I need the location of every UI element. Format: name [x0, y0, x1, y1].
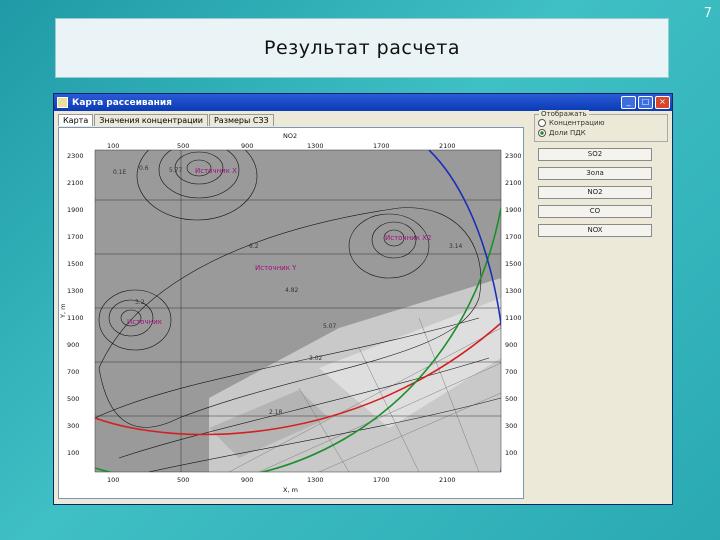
y-tick: 1700: [67, 233, 84, 241]
contour-label: 5.07: [323, 323, 337, 330]
x-tick-bottom: 900: [241, 476, 253, 484]
control-panel: Отображать Концентрацию Доли ПДК SO2 Зол…: [534, 110, 668, 237]
contour-label: 6.2: [249, 243, 259, 250]
y-tick: 1100: [67, 314, 84, 322]
y-tick: 500: [67, 395, 79, 403]
slide-number: 7: [703, 6, 712, 21]
contour-label: 3.02: [309, 355, 323, 362]
app-icon: [57, 97, 68, 108]
map-pane[interactable]: 0.1E 0.6 5.77 6.2 4.82 5.07 3.2 3.02 2.1…: [58, 127, 524, 499]
close-button[interactable]: ×: [655, 96, 670, 109]
slide-title-box: Результат расчета: [55, 18, 669, 78]
contour-label: 4.82: [285, 287, 299, 294]
maximize-button[interactable]: □: [638, 96, 653, 109]
display-group-title: Отображать: [539, 110, 589, 118]
tab-concentration-values[interactable]: Значения концентрации: [94, 114, 208, 126]
y-axis-label: Y, m: [59, 304, 67, 319]
source-label[interactable]: Источник X: [195, 167, 237, 175]
y-tick-right: 1300: [505, 287, 522, 295]
y-tick-right: 2100: [505, 179, 522, 187]
y-tick-right: 2300: [505, 152, 522, 160]
y-tick-right: 1700: [505, 233, 522, 241]
contour-label: 5.77: [169, 167, 183, 174]
so2-button[interactable]: SO2: [538, 148, 652, 161]
x-tick-top: 100: [107, 142, 119, 150]
source-label[interactable]: Источник X2: [385, 234, 431, 242]
y-tick: 2300: [67, 152, 84, 160]
y-tick: 900: [67, 341, 79, 349]
window-title: Карта рассеивания: [72, 97, 172, 108]
radio-concentration[interactable]: Концентрацию: [538, 119, 664, 127]
y-tick: 700: [67, 368, 79, 376]
ash-button[interactable]: Зола: [538, 167, 652, 180]
co-button[interactable]: CO: [538, 205, 652, 218]
tab-szz-sizes[interactable]: Размеры СЗЗ: [208, 114, 274, 126]
radio-concentration-label: Концентрацию: [549, 119, 605, 127]
x-tick-bottom: 100: [107, 476, 119, 484]
x-tick-bottom: 1700: [373, 476, 390, 484]
y-tick-right: 100: [505, 449, 517, 457]
slide-title: Результат расчета: [264, 37, 460, 59]
x-tick-bottom: 1300: [307, 476, 324, 484]
y-tick-right: 1900: [505, 206, 522, 214]
nox-button[interactable]: NOX: [538, 224, 652, 237]
tab-map[interactable]: Карта: [58, 114, 94, 126]
x-tick-bottom: 2100: [439, 476, 456, 484]
x-tick-top: 1700: [373, 142, 390, 150]
dispersion-map[interactable]: 0.1E 0.6 5.77 6.2 4.82 5.07 3.2 3.02 2.1…: [59, 128, 523, 498]
contour-label: 0.1E: [113, 169, 127, 176]
pollutant-label: NO2: [283, 132, 297, 140]
x-tick-bottom: 500: [177, 476, 189, 484]
source-label[interactable]: Источник Y: [255, 264, 297, 272]
y-tick-right: 300: [505, 422, 517, 430]
minimize-button[interactable]: _: [621, 96, 636, 109]
contour-label: 0.6: [139, 165, 149, 172]
contour-label: 3.2: [135, 299, 145, 306]
display-mode-group: Отображать Концентрацию Доли ПДК: [534, 110, 668, 142]
radio-pdk-share-icon[interactable]: [538, 129, 546, 137]
x-tick-top: 2100: [439, 142, 456, 150]
x-tick-top: 1300: [307, 142, 324, 150]
source-label[interactable]: Источник: [127, 318, 162, 326]
x-tick-top: 500: [177, 142, 189, 150]
dispersion-map-window: Карта рассеивания _ □ × Карта Значения к…: [53, 93, 673, 505]
y-tick-right: 1500: [505, 260, 522, 268]
no2-button[interactable]: NO2: [538, 186, 652, 199]
y-tick: 1500: [67, 260, 84, 268]
radio-pdk-share[interactable]: Доли ПДК: [538, 129, 664, 137]
contour-label: 3.14: [449, 243, 463, 250]
radio-pdk-share-label: Доли ПДК: [549, 129, 586, 137]
y-tick-right: 500: [505, 395, 517, 403]
contour-label: 2.18: [269, 409, 283, 416]
y-tick: 2100: [67, 179, 84, 187]
x-axis-label: X, m: [283, 486, 298, 494]
window-titlebar[interactable]: Карта рассеивания _ □ ×: [54, 94, 672, 111]
y-tick-right: 700: [505, 368, 517, 376]
y-tick: 1900: [67, 206, 84, 214]
x-tick-top: 900: [241, 142, 253, 150]
y-tick-right: 900: [505, 341, 517, 349]
y-tick: 1300: [67, 287, 84, 295]
tab-bar: Карта Значения концентрации Размеры СЗЗ: [58, 114, 275, 126]
y-tick: 100: [67, 449, 79, 457]
y-tick: 300: [67, 422, 79, 430]
y-tick-right: 1100: [505, 314, 522, 322]
radio-concentration-icon[interactable]: [538, 119, 546, 127]
